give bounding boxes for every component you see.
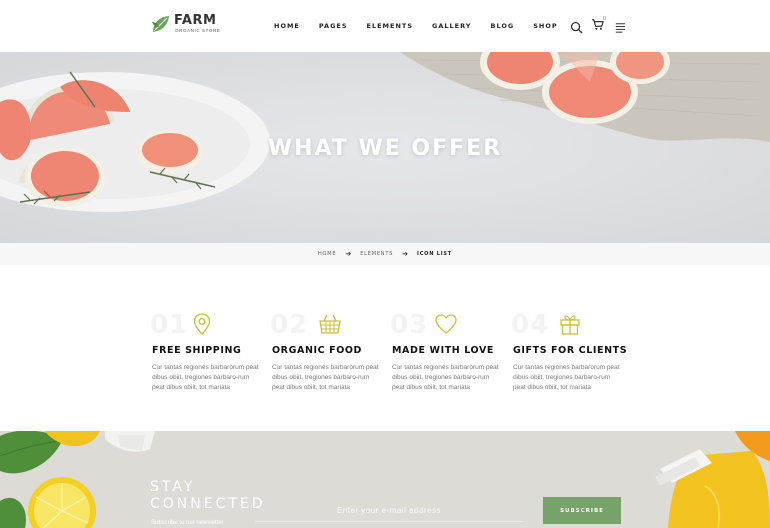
feature-number: 04 bbox=[511, 310, 550, 340]
hero-title: WHAT WE OFFER bbox=[267, 136, 503, 161]
feature-text: Cur tantas regiones barbarorum peat dibu… bbox=[152, 364, 259, 391]
nav-home[interactable]: HOME bbox=[274, 22, 300, 30]
newsletter-note: Subscribe to our newsletter bbox=[151, 520, 224, 526]
nav-pages[interactable]: PAGES bbox=[319, 22, 348, 30]
site-header: FARM ORGANIC STORE HOME PAGES ELEMENTS G… bbox=[0, 0, 770, 52]
newsletter-title: STAY CONNECTED bbox=[150, 479, 266, 513]
arrow-right-icon: ➔ bbox=[402, 251, 409, 258]
feature-number: 03 bbox=[390, 310, 429, 340]
breadcrumb-elements[interactable]: ELEMENTS bbox=[360, 251, 393, 257]
feature-number: 02 bbox=[270, 310, 309, 340]
brand-tagline: ORGANIC STORE bbox=[175, 28, 221, 34]
heart-icon bbox=[435, 314, 457, 334]
subscribe-button[interactable]: SUBSCRIBE bbox=[543, 497, 621, 524]
nav-shop[interactable]: SHOP bbox=[533, 22, 557, 30]
brand-name: FARM bbox=[174, 13, 217, 29]
newsletter-title-line1: STAY bbox=[150, 479, 196, 495]
nav-gallery[interactable]: GALLERY bbox=[432, 22, 471, 30]
header-actions: 0 bbox=[570, 16, 627, 36]
hero-banner: WHAT WE OFFER bbox=[0, 52, 770, 243]
nav-blog[interactable]: BLOG bbox=[490, 22, 514, 30]
feature-title: GIFTS FOR CLIENTS bbox=[513, 345, 628, 356]
search-icon[interactable] bbox=[570, 21, 583, 34]
cart-count-badge: 0 bbox=[603, 16, 606, 22]
feature-title: MADE WITH LOVE bbox=[392, 345, 495, 356]
feature-text: Cur tantas regiones barbarorum peat dibu… bbox=[272, 364, 379, 391]
newsletter-section: STAY CONNECTED Subscribe to our newslett… bbox=[0, 431, 770, 528]
leaf-logo-icon bbox=[152, 16, 169, 32]
cart-button[interactable]: 0 bbox=[591, 16, 606, 36]
breadcrumb-home[interactable]: HOME bbox=[318, 251, 336, 257]
feature-title: FREE SHIPPING bbox=[152, 345, 242, 356]
email-field[interactable] bbox=[255, 500, 523, 522]
map-pin-icon bbox=[193, 313, 211, 335]
site-logo[interactable]: FARM ORGANIC STORE bbox=[151, 14, 220, 34]
arrow-right-icon: ➔ bbox=[345, 251, 352, 258]
breadcrumb: HOME ➔ ELEMENTS ➔ ICON LIST bbox=[0, 243, 770, 265]
feature-text: Cur tantas regiones barbarorum peat dibu… bbox=[513, 364, 620, 391]
breadcrumb-current: ICON LIST bbox=[417, 251, 453, 257]
menu-icon[interactable] bbox=[614, 21, 627, 34]
feature-number: 01 bbox=[150, 310, 189, 340]
basket-icon bbox=[319, 314, 341, 334]
newsletter-title-line2: CONNECTED bbox=[150, 496, 266, 512]
nav-elements[interactable]: ELEMENTS bbox=[367, 22, 414, 30]
gift-icon bbox=[560, 315, 580, 335]
main-nav: HOME PAGES ELEMENTS GALLERY BLOG SHOP bbox=[274, 22, 577, 30]
feature-text: Cur tantas regiones barbarorum peat dibu… bbox=[392, 364, 499, 391]
feature-title: ORGANIC FOOD bbox=[272, 345, 363, 356]
